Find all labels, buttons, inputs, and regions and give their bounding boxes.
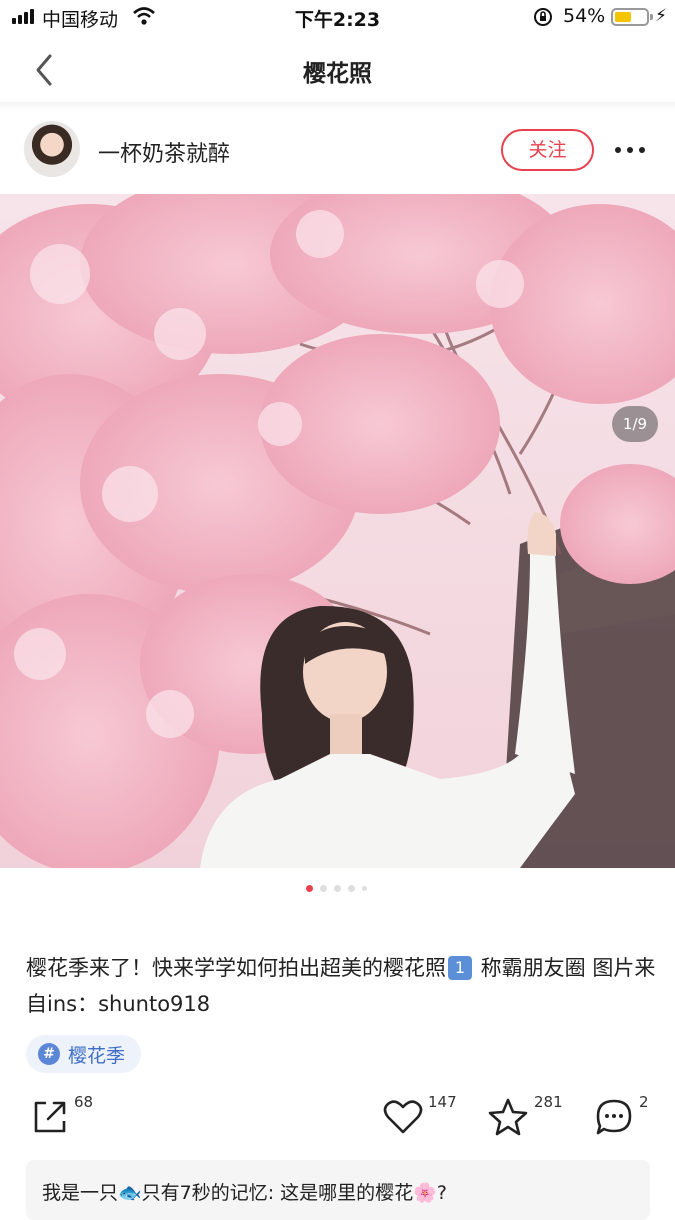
battery-icon	[611, 8, 653, 26]
battery-percent: 54%	[563, 5, 606, 27]
back-button[interactable]	[30, 52, 60, 88]
favorite-count: 281	[534, 1093, 563, 1111]
comment-count: 2	[639, 1093, 649, 1111]
carousel-dot	[348, 885, 355, 892]
topic-tag[interactable]: # 樱花季	[26, 1035, 142, 1073]
share-icon	[34, 1101, 66, 1133]
comment-preview[interactable]: 我是一只🐟只有7秒的记忆: 这是哪里的樱花🌸?	[26, 1160, 650, 1220]
carousel-dot	[320, 885, 327, 892]
charging-icon: ⚡	[655, 6, 667, 26]
share-count: 68	[74, 1093, 94, 1111]
more-button[interactable]	[610, 136, 650, 164]
like-button[interactable]: 147	[382, 1093, 472, 1139]
heart-icon	[383, 1100, 423, 1134]
comment-bubble-icon	[596, 1099, 632, 1135]
avatar[interactable]	[24, 121, 80, 177]
caption-text-1: 樱花季来了！快来学学如何拍出超美的樱花照	[26, 956, 446, 980]
star-icon	[488, 1098, 528, 1136]
rotation-lock-icon	[532, 6, 554, 33]
post-photo[interactable]: 1/9	[0, 194, 675, 868]
comment-preview-text: 我是一只🐟只有7秒的记忆: 这是哪里的樱花🌸?	[42, 1182, 447, 1204]
more-dots-icon	[615, 147, 645, 153]
carousel-dots	[0, 885, 675, 893]
nav-bar: 樱花照	[0, 36, 675, 102]
author-row: 一杯奶茶就醉 关注	[0, 112, 675, 190]
favorite-button[interactable]: 281	[487, 1093, 577, 1139]
cherry-blossom-photo	[0, 194, 675, 868]
carousel-dot	[334, 885, 341, 892]
hashtag-icon: #	[38, 1043, 60, 1065]
follow-button[interactable]: 关注	[501, 129, 594, 171]
status-bar: 中国移动 下午2:23 54% ⚡	[0, 0, 675, 34]
share-button[interactable]: 68	[30, 1093, 130, 1139]
header-divider	[0, 102, 675, 110]
photo-counter: 1/9	[612, 406, 658, 442]
page-title: 樱花照	[303, 61, 372, 87]
chevron-left-icon	[36, 54, 52, 86]
author-name[interactable]: 一杯奶茶就醉	[98, 136, 230, 168]
comment-button[interactable]: 2	[594, 1093, 658, 1139]
number-badge-icon: 1	[448, 956, 472, 980]
carousel-dot	[306, 885, 313, 892]
like-count: 147	[428, 1093, 457, 1111]
carousel-dot	[362, 886, 367, 891]
post-caption: 樱花季来了！快来学学如何拍出超美的樱花照 1 称霸朋友圈 图片来自ins：shun…	[26, 950, 656, 1022]
topic-tag-label: 樱花季	[68, 1044, 126, 1067]
